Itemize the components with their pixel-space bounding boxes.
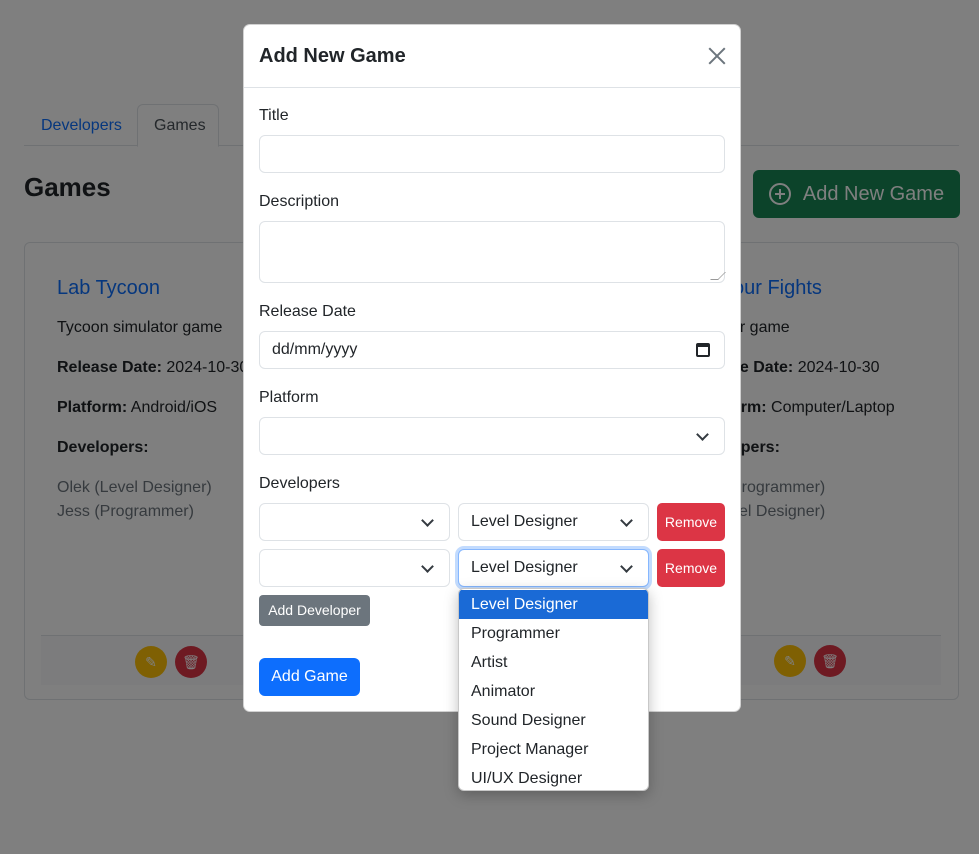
chevron-down-icon [421, 560, 434, 573]
release-date-label: Release Date [259, 303, 356, 320]
role-value: Level Designer [471, 559, 578, 576]
developer-select[interactable] [259, 549, 450, 587]
calendar-icon[interactable] [696, 343, 710, 357]
dropdown-option-ui-ux-designer[interactable]: UI/UX Designer [459, 764, 648, 790]
developers-label: Developers [259, 475, 340, 492]
description-label: Description [259, 193, 340, 210]
title-input[interactable] [259, 135, 725, 173]
platform-label: Platform [259, 389, 319, 406]
chevron-down-icon [421, 514, 434, 527]
dropdown-option-artist[interactable]: Artist [459, 648, 648, 677]
resize-handle-icon[interactable] [710, 272, 726, 280]
modal-title: Add New Game [259, 45, 406, 67]
role-select[interactable]: Level Designer [458, 503, 649, 541]
role-value: Level Designer [471, 513, 578, 530]
description-textarea[interactable] [259, 221, 726, 283]
dropdown-option-programmer[interactable]: Programmer [459, 619, 648, 648]
dropdown-option-level-designer[interactable]: Level Designer [459, 590, 648, 619]
dropdown-option-sound-designer[interactable]: Sound Designer [459, 706, 648, 735]
close-icon[interactable] [708, 47, 726, 65]
add-game-submit-button[interactable]: Add Game [259, 658, 360, 696]
remove-developer-button[interactable]: Remove [657, 549, 725, 587]
dropdown-option-animator[interactable]: Animator [459, 677, 648, 706]
dropdown-option-project-manager[interactable]: Project Manager [459, 735, 648, 764]
developer-select[interactable] [259, 503, 450, 541]
remove-developer-button[interactable]: Remove [657, 503, 725, 541]
platform-select[interactable] [259, 417, 725, 455]
role-select-open[interactable]: Level Designer [458, 549, 649, 587]
add-developer-button[interactable]: Add Developer [259, 595, 370, 626]
modal-header: Add New Game [244, 25, 740, 88]
chevron-down-icon [696, 428, 709, 441]
chevron-down-icon [620, 560, 633, 573]
role-dropdown-list: Level Designer Programmer Artist Animato… [458, 588, 649, 791]
release-date-input[interactable]: dd/mm/yyyy [259, 331, 725, 369]
chevron-down-icon [620, 514, 633, 527]
title-label: Title [259, 107, 289, 124]
release-date-placeholder: dd/mm/yyyy [272, 341, 358, 358]
